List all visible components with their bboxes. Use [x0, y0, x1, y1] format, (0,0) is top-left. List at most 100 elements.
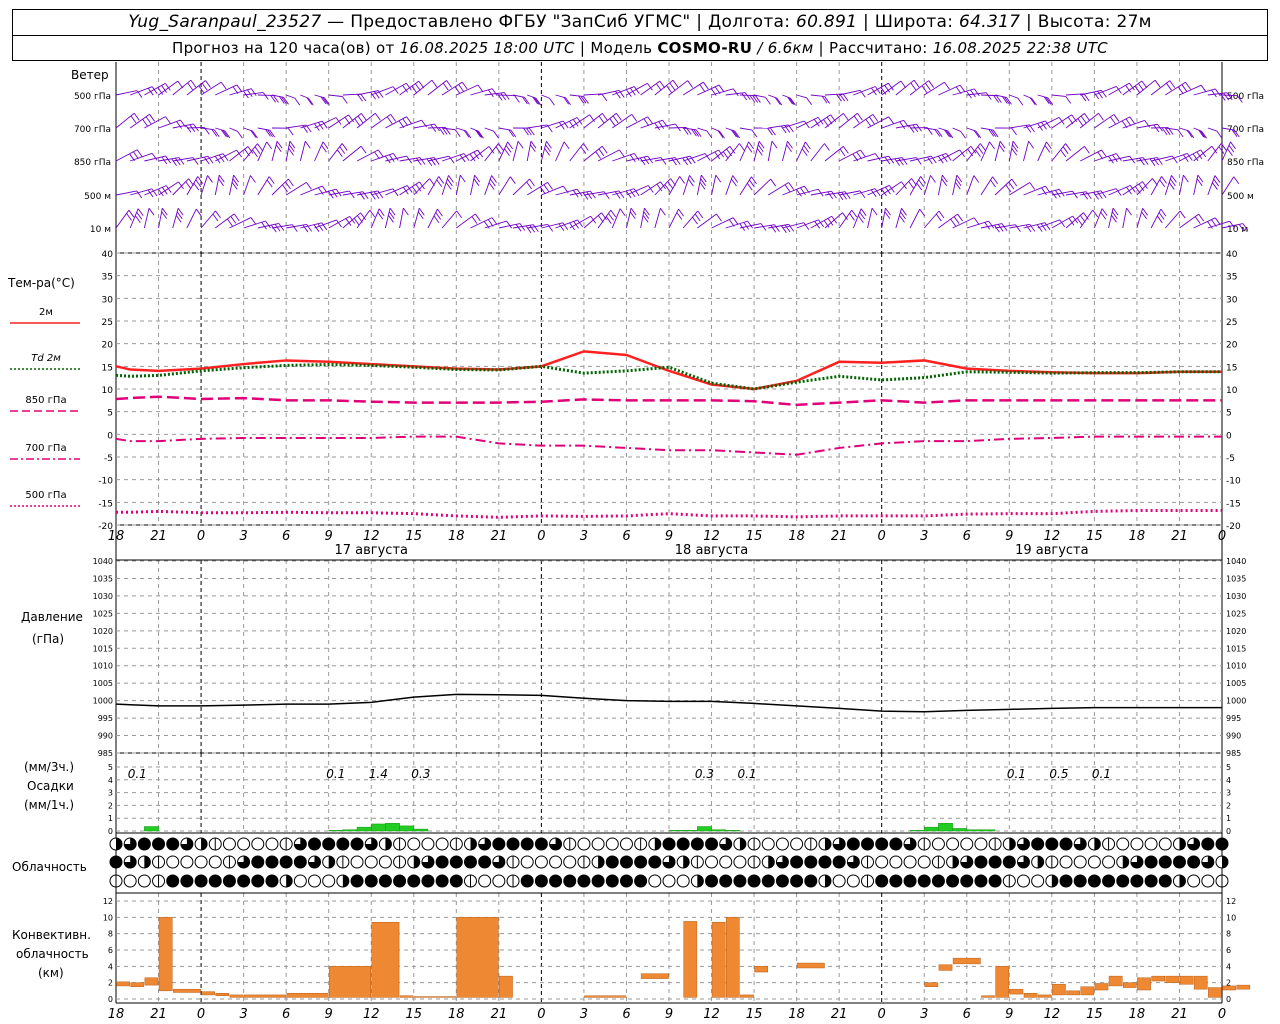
wind-barb — [696, 175, 702, 196]
wind-barb-feather — [672, 79, 679, 88]
cloud-symbol — [166, 855, 180, 869]
cloud-symbol — [747, 874, 761, 888]
time-tick: 6 — [622, 529, 630, 544]
wind-barb-feather — [1115, 153, 1122, 161]
wind-barb-feather — [205, 80, 211, 88]
time-tick: 0 — [197, 529, 205, 544]
wind-barb-feather — [230, 216, 237, 224]
wind-barb-feather — [924, 82, 931, 91]
wind-barb-feather — [609, 118, 616, 126]
precip-bar — [980, 829, 996, 832]
cloud-symbol — [634, 855, 648, 869]
wind-barb-feather — [1072, 190, 1078, 199]
wind-barb-feather — [348, 114, 354, 123]
wind-barb-feather — [411, 85, 418, 94]
time-tick-bottom: 21 — [1171, 1007, 1188, 1022]
wind-barb-feather — [694, 213, 701, 222]
wind-barb — [838, 209, 853, 229]
cloud-symbol — [308, 837, 322, 851]
cloud-symbol — [889, 855, 903, 869]
pressure-tick: 1005 — [93, 679, 113, 688]
cloud-symbol — [648, 874, 662, 888]
cloud-symbol — [1201, 837, 1215, 851]
wind-barb — [555, 141, 565, 162]
cloud-symbol — [322, 874, 336, 888]
time-tick-bottom: 21 — [491, 1007, 508, 1022]
wind-barb — [370, 113, 391, 129]
wind-barb-feather — [776, 97, 783, 106]
wind-barb — [1193, 175, 1199, 196]
cloud-symbol — [265, 874, 279, 888]
wind-barb-feather — [446, 80, 452, 88]
cloud-symbol — [180, 874, 194, 888]
wind-barb-feather — [989, 141, 995, 150]
conv-tick: 8 — [108, 930, 113, 939]
wind-barb-feather — [178, 157, 185, 165]
wind-barb-feather — [1129, 116, 1136, 125]
cloud-symbol — [1158, 874, 1172, 888]
pressure-tick-right: 1035 — [1226, 574, 1246, 583]
cloud-symbol — [421, 837, 435, 851]
cloud-symbol — [733, 855, 747, 869]
wind-barb-feather — [739, 143, 745, 151]
cloud-symbol — [1087, 855, 1101, 869]
conv-bar — [130, 982, 145, 988]
wind-barb-feather — [702, 81, 709, 90]
time-tick-bottom: 6 — [282, 1007, 290, 1022]
wind-barb — [682, 81, 704, 96]
wind-barb-feather — [979, 143, 986, 151]
temp-legend-label: 2м — [39, 307, 53, 318]
time-tick: 3 — [580, 529, 588, 544]
wind-barb-feather — [601, 146, 608, 154]
wind-barb — [286, 94, 295, 99]
wind-barb — [285, 140, 291, 162]
wind-barb-feather — [746, 183, 753, 191]
wind-barb — [300, 120, 323, 129]
wind-barb-feather — [341, 96, 348, 104]
wind-barb-feather — [888, 116, 895, 125]
wind-barb-feather — [601, 212, 607, 220]
wind-barb-feather — [1139, 157, 1145, 166]
conv-bar — [683, 921, 698, 998]
cloud-symbol — [237, 837, 251, 851]
temp-legend-label: 500 гПа — [25, 490, 66, 501]
wind-barb-feather — [442, 82, 449, 91]
temp-tick: 30 — [102, 295, 114, 305]
wind-barb-feather — [919, 208, 926, 217]
wind-barb-feather — [360, 212, 366, 221]
wind-barb-feather — [171, 158, 177, 167]
wind-barb-feather — [145, 116, 152, 125]
pressure-tick: 1020 — [93, 627, 113, 636]
cloud-symbol — [123, 874, 137, 888]
wind-barb-feather — [549, 97, 555, 106]
time-tick: 18 — [788, 529, 805, 544]
wind-barb — [356, 209, 371, 229]
wind-barb-feather — [1076, 217, 1083, 226]
cloud-symbol-half — [697, 875, 704, 887]
conv-bar — [1009, 988, 1024, 995]
pressure-tick-right: 1030 — [1226, 592, 1246, 601]
cloud-symbol — [251, 855, 265, 869]
wind-barb-feather — [842, 146, 849, 154]
wind-barb-feather — [526, 127, 532, 136]
wind-barb-feather — [1159, 179, 1166, 187]
wind-barb-feather — [142, 118, 148, 127]
wind-barb-feather — [806, 97, 813, 106]
wind-barb — [980, 176, 994, 196]
wind-barb-feather — [233, 213, 240, 222]
cloud-symbol — [1102, 874, 1116, 888]
wind-barb-feather — [282, 184, 288, 192]
time-tick-bottom: 12 — [1044, 1007, 1061, 1022]
wind-barb — [1051, 215, 1073, 229]
wind-barb — [952, 127, 961, 132]
wind-barb — [243, 143, 258, 162]
wind-barb — [697, 213, 717, 229]
cloud-symbol — [251, 837, 265, 851]
wind-barb — [824, 113, 844, 129]
wind-barb-feather — [509, 176, 516, 184]
cloud-symbol — [1031, 837, 1045, 851]
wind-barb-feather — [306, 182, 312, 190]
precip-bar — [668, 830, 684, 832]
wind-barb-feather — [788, 97, 795, 105]
conv-bar — [1208, 987, 1222, 998]
